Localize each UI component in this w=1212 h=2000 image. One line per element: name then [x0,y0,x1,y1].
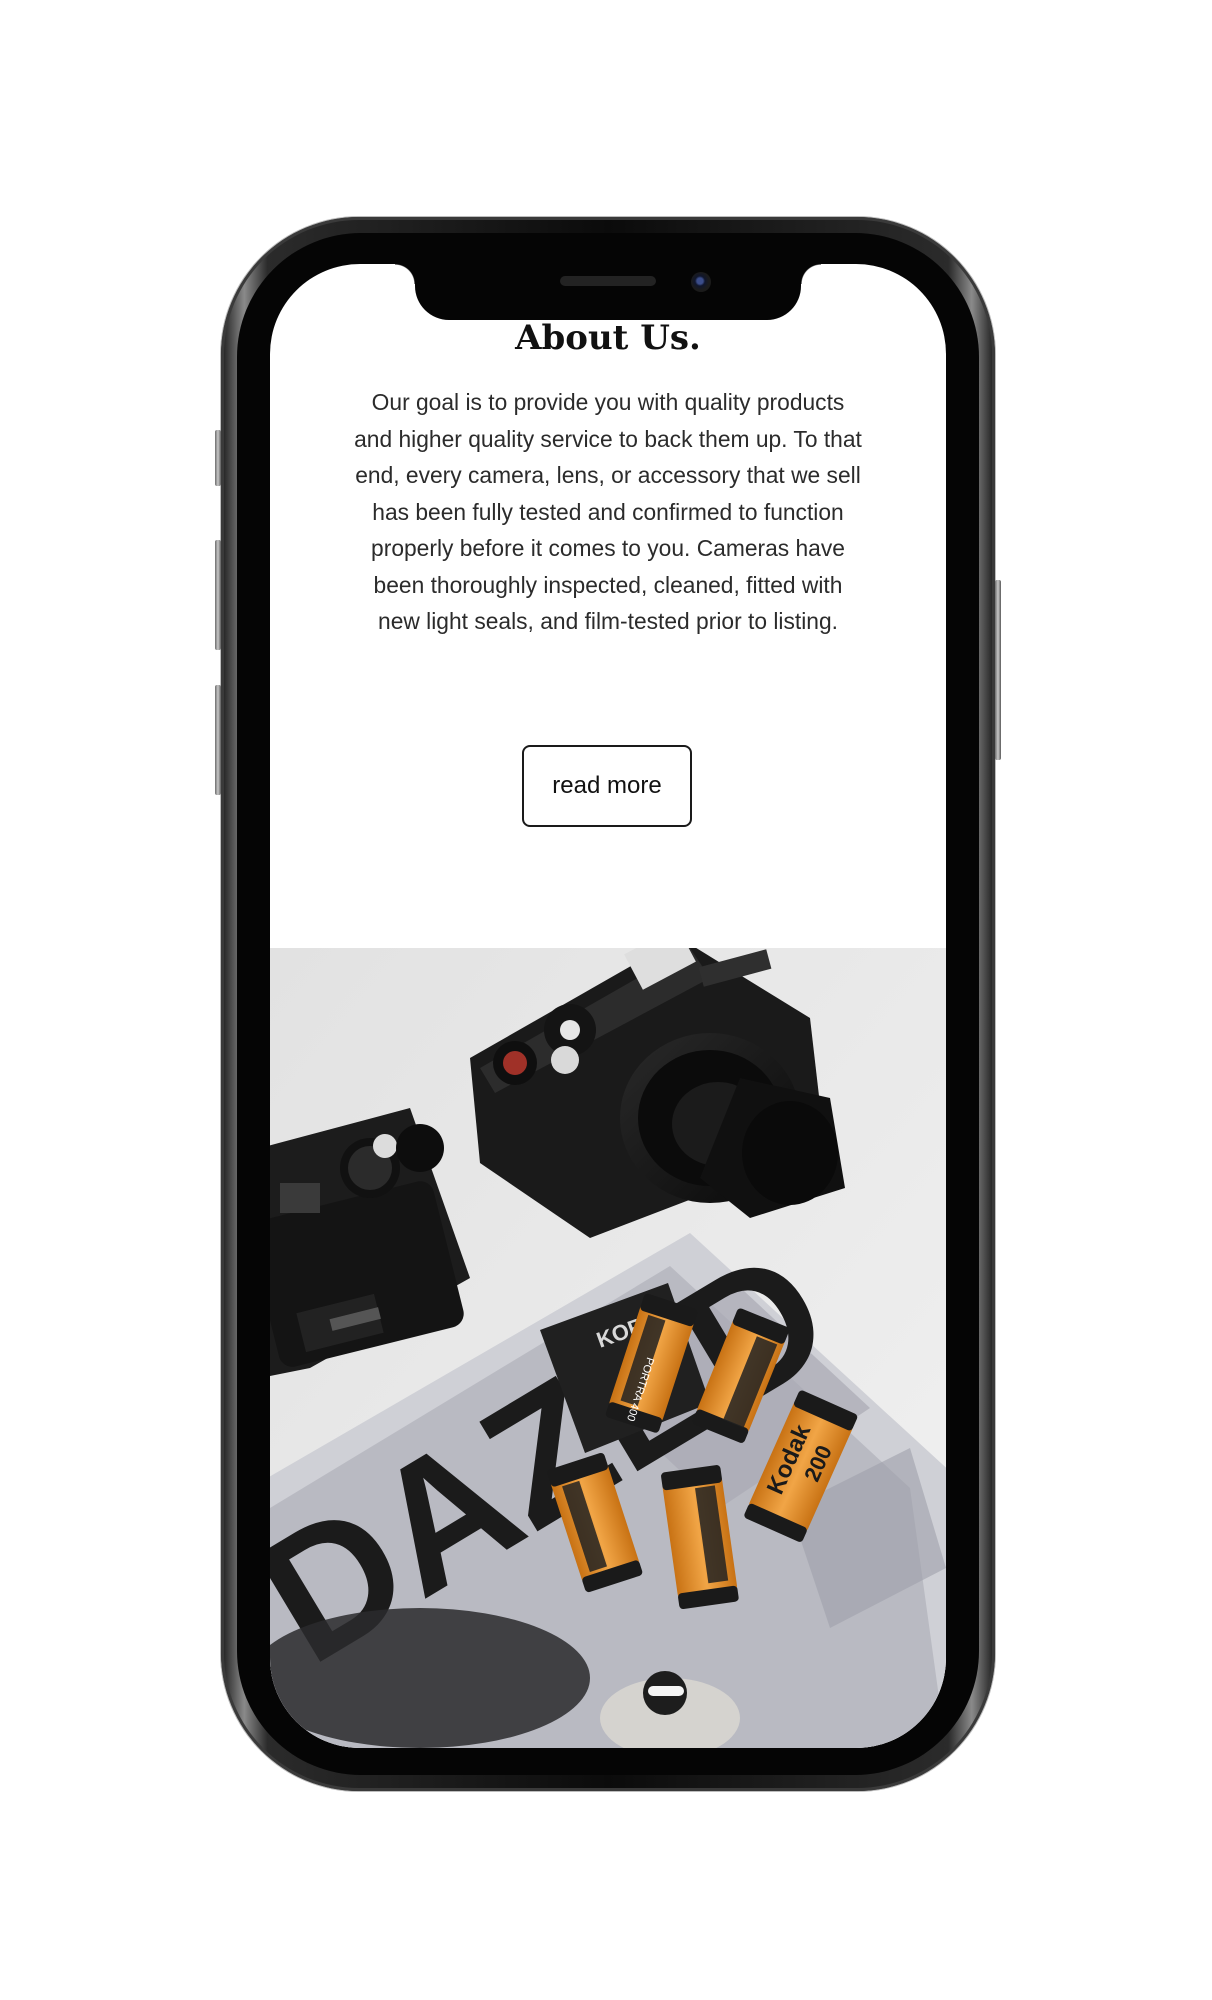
volume-down-button [215,685,221,795]
phone-screen: About Us. Our goal is to provide you wit… [270,264,946,1748]
front-camera-icon [691,272,711,292]
mute-switch [215,430,221,486]
earpiece-speaker [560,276,656,286]
about-description: Our goal is to provide you with quality … [354,389,862,634]
power-button [995,580,1001,760]
phone-notch [395,264,821,320]
read-more-button[interactable]: read more [522,745,692,827]
volume-up-button [215,540,221,650]
page-title: About Us. [515,318,701,358]
mockup-canvas: About Us. Our goal is to provide you wit… [0,0,1212,2000]
hero-photo: DAZED KOREA [270,948,946,1748]
